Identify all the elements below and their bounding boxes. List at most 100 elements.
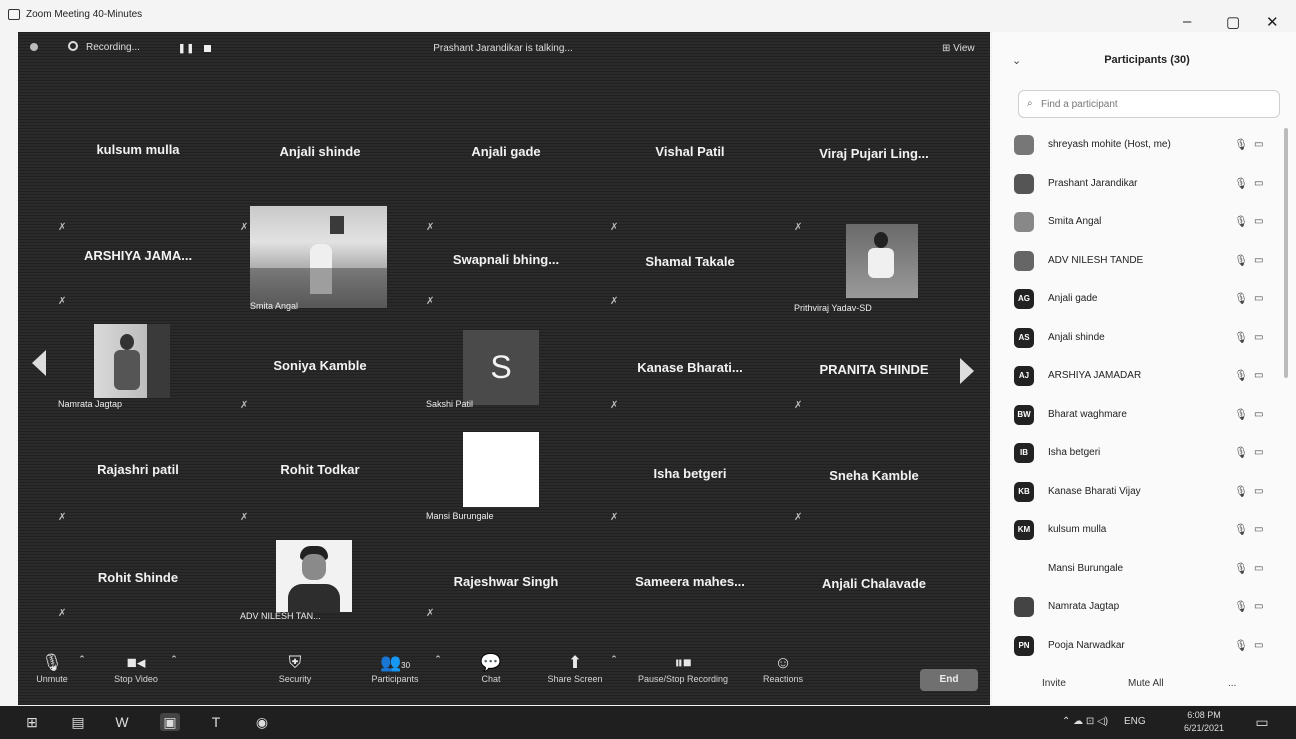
avatar: AG xyxy=(1014,289,1034,309)
previous-page-arrow-icon[interactable] xyxy=(32,350,46,376)
participant-name: Anjali gade xyxy=(1048,293,1098,304)
participant-row[interactable]: AS Anjali shinde 🎙 ▭ xyxy=(992,319,1296,358)
video-tile[interactable]: Sameera mahes... xyxy=(600,532,780,657)
language-indicator[interactable]: ENG xyxy=(1124,716,1146,727)
participant-name: Anjali Chalavade xyxy=(821,576,927,591)
mic-muted-icon[interactable]: 🎙 xyxy=(1234,254,1248,267)
mic-muted-icon[interactable]: 🎙 xyxy=(1234,292,1248,305)
participant-label: ADV NILESH TAN... xyxy=(240,611,321,621)
participant-name: Pooja Narwadkar xyxy=(1048,639,1125,651)
recording-status: Recording... xyxy=(86,42,140,53)
participant-name: Anjali shinde xyxy=(1048,331,1105,343)
chat-button[interactable]: 💬 Chat xyxy=(476,652,506,684)
audio-options-caret[interactable]: ⌃ xyxy=(76,654,88,665)
taskbar-clock[interactable]: 6:08 PM 6/21/2021 xyxy=(1184,709,1224,735)
stop-video-button[interactable]: ■◂ Stop Video xyxy=(106,652,166,684)
participant-row[interactable]: IB Isha betgeri 🎙 ▭ xyxy=(992,434,1296,473)
participant-row[interactable]: AJ ARSHIYA JAMADAR 🎙 ▭ xyxy=(992,357,1296,396)
mute-all-button[interactable]: Mute All xyxy=(1128,678,1164,689)
video-off-icon[interactable]: ▭ xyxy=(1254,332,1263,343)
participant-row[interactable]: Namrata Jagtap 🎙 ▭ xyxy=(992,588,1296,627)
participant-name: Prashant Jarandikar xyxy=(1048,177,1138,189)
participant-row[interactable]: ADV NILESH TANDE 🎙 ▭ xyxy=(992,242,1296,281)
mic-muted-icon[interactable]: 🎙 xyxy=(1234,446,1248,459)
video-tile[interactable]: Rohit Shinde ✗ xyxy=(48,532,228,657)
participant-name: Swapnali bhing... xyxy=(452,252,560,267)
mic-muted-icon: ✗ xyxy=(610,296,619,307)
view-button[interactable]: ⊞ View xyxy=(942,43,975,54)
mic-muted-icon[interactable]: 🎙 xyxy=(1234,600,1248,613)
mic-muted-icon[interactable]: 🎙 xyxy=(1234,523,1248,536)
system-tray-icons[interactable]: ⌃ ☁ ⊡ ◁) xyxy=(1062,716,1108,727)
participant-list-scrollbar[interactable] xyxy=(1284,128,1288,378)
mic-muted-icon[interactable]: 🎙 xyxy=(1234,485,1248,498)
chrome-icon[interactable]: ◉ xyxy=(252,713,272,731)
pause-stop-recording-button[interactable]: ⏸⏹ Pause/Stop Recording xyxy=(626,652,740,684)
video-off-icon[interactable]: ▭ xyxy=(1254,370,1263,381)
mic-muted-icon[interactable]: 🎙 xyxy=(1234,138,1248,151)
video-icon[interactable]: ▭ xyxy=(1254,139,1263,150)
collapse-chevron-icon[interactable]: ⌄ xyxy=(1012,54,1021,67)
mic-muted-icon[interactable]: 🎙 xyxy=(1234,331,1248,344)
avatar xyxy=(1014,597,1034,617)
video-off-icon[interactable]: ▭ xyxy=(1254,524,1263,535)
participant-row[interactable]: KM kulsum mulla 🎙 ▭ xyxy=(992,511,1296,550)
mic-muted-icon[interactable]: 🎙 xyxy=(1234,639,1248,652)
video-off-icon[interactable]: ▭ xyxy=(1254,563,1263,574)
video-options-caret[interactable]: ⌃ xyxy=(168,654,180,665)
end-meeting-button[interactable]: End xyxy=(920,669,978,691)
mic-muted-icon[interactable]: 🎙 xyxy=(1234,562,1248,575)
video-icon[interactable]: ▭ xyxy=(1254,216,1263,227)
participant-row[interactable]: KB Kanase Bharati Vijay 🎙 ▭ xyxy=(992,473,1296,512)
mic-icon[interactable]: 🎙 xyxy=(1234,177,1248,190)
share-options-caret[interactable]: ⌃ xyxy=(608,654,620,665)
stop-recording-icon[interactable] xyxy=(204,45,211,52)
file-explorer-icon[interactable]: ▤ xyxy=(68,713,88,731)
teams-icon[interactable]: T xyxy=(206,713,226,731)
video-off-icon[interactable]: ▭ xyxy=(1254,293,1263,304)
more-options-button[interactable]: ... xyxy=(1228,678,1236,689)
video-off-icon[interactable]: ▭ xyxy=(1254,447,1263,458)
security-button[interactable]: ⛨ Security xyxy=(270,652,320,684)
pause-recording-icon[interactable]: ❚❚ xyxy=(178,43,195,54)
video-icon[interactable]: ▭ xyxy=(1254,409,1263,420)
notifications-icon[interactable]: ▭ xyxy=(1252,713,1272,731)
word-icon[interactable]: W xyxy=(112,713,132,731)
mic-muted-icon[interactable]: 🎙 xyxy=(1234,408,1248,421)
video-tile[interactable]: Anjali Chalavade xyxy=(784,532,964,657)
participant-row[interactable]: Smita Angal 🎙 ▭ xyxy=(992,203,1296,242)
video-off-icon[interactable]: ▭ xyxy=(1254,255,1263,266)
close-button[interactable]: ✕ xyxy=(1266,13,1279,31)
participants-options-caret[interactable]: ⌃ xyxy=(432,654,444,665)
participant-row[interactable]: PN Pooja Narwadkar 🎙 ▭ xyxy=(992,627,1296,666)
participant-search-input[interactable]: ⌕ Find a participant xyxy=(1018,90,1280,118)
participant-row[interactable]: Mansi Burungale 🎙 ▭ xyxy=(992,550,1296,589)
participant-row[interactable]: shreyash mohite (Host, me) 🎙 ▭ xyxy=(992,126,1296,165)
video-icon[interactable]: ▭ xyxy=(1254,640,1263,651)
windows-start-icon[interactable]: ⊞ xyxy=(22,713,42,731)
video-tile[interactable]: Smita Angal xyxy=(230,206,410,331)
invite-button[interactable]: Invite xyxy=(1042,678,1066,689)
video-off-icon[interactable]: ▭ xyxy=(1254,486,1263,497)
minimize-button[interactable]: – xyxy=(1183,13,1191,30)
participant-row[interactable]: Prashant Jarandikar 🎙 ▭ xyxy=(992,165,1296,204)
participant-row[interactable]: AG Anjali gade 🎙 ▭ xyxy=(992,280,1296,319)
video-tile[interactable]: ADV NILESH TAN... xyxy=(230,532,410,657)
mic-muted-icon: ✗ xyxy=(610,400,619,411)
participant-name: Rajeshwar Singh xyxy=(453,574,559,589)
zoom-taskbar-icon[interactable]: ▣ xyxy=(160,713,180,731)
video-tile[interactable]: Rajeshwar Singh ✗ xyxy=(416,532,596,657)
mic-icon[interactable]: 🎙 xyxy=(1234,215,1248,228)
reactions-button[interactable]: ☺ Reactions xyxy=(756,652,810,684)
video-icon[interactable]: ▭ xyxy=(1254,178,1263,189)
share-screen-button[interactable]: ⬆ Share Screen xyxy=(540,652,610,684)
participant-label: Prithviraj Yadav-SD xyxy=(794,303,872,313)
participants-button[interactable]: 👥30 Participants xyxy=(362,652,428,684)
video-off-icon[interactable]: ▭ xyxy=(1254,601,1263,612)
mic-muted-icon[interactable]: 🎙 xyxy=(1234,369,1248,382)
unmute-button[interactable]: 🎙 Unmute xyxy=(32,652,72,684)
maximize-button[interactable]: ▢ xyxy=(1226,13,1240,31)
participant-row[interactable]: BW Bharat waghmare 🎙 ▭ xyxy=(992,396,1296,435)
meeting-info-icon[interactable] xyxy=(30,43,38,51)
avatar: BW xyxy=(1014,404,1034,425)
